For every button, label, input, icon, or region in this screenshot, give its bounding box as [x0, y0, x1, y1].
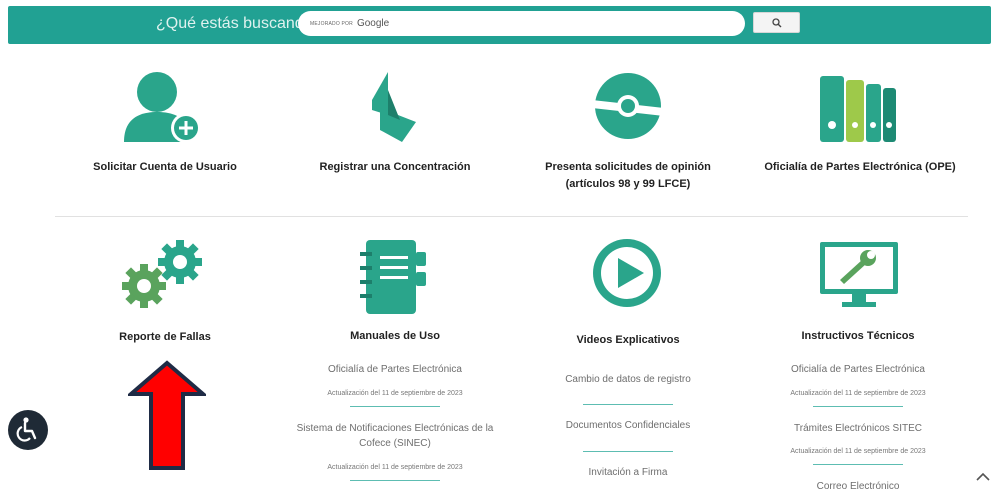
manuales-link-ope[interactable]: Oficialía de Partes Electrónica: [300, 364, 490, 375]
tile-subtitle-presenta-solicitudes: (artículos 98 y 99 LFCE): [565, 178, 691, 190]
tile-title-reporte-fallas[interactable]: Reporte de Fallas: [70, 331, 260, 343]
search-label: ¿Qué estás buscando?: [156, 15, 322, 32]
manuales-link-sinec[interactable]: Sistema de Notificaciones Electrónicas d…: [290, 423, 500, 434]
instructivos-link-sitec[interactable]: Trámites Electrónicos SITEC: [760, 423, 956, 434]
instructivos-divider-2: [813, 464, 903, 465]
manuales-divider-1: [350, 406, 440, 407]
user-add-icon: [124, 72, 201, 143]
manuales-date-sinec: Actualización del 11 de septiembre de 20…: [327, 464, 463, 471]
gears-icon: [122, 240, 202, 308]
header-search-bar: ¿Qué estás buscando? MEJORADO POR Google: [8, 6, 991, 44]
opinion-circle-icon: [592, 73, 664, 139]
monitor-wrench-icon: [820, 242, 898, 307]
manuales-link-sinec-line2[interactable]: Cofece (SINEC): [300, 438, 490, 449]
instructivos-date-ope: Actualización del 11 de septiembre de 20…: [790, 390, 926, 397]
videos-divider-1: [583, 404, 673, 405]
scroll-top-button[interactable]: [976, 469, 990, 486]
manuales-date-ope: Actualización del 11 de septiembre de 20…: [327, 390, 463, 397]
tile-title-instructivos[interactable]: Instructivos Técnicos: [760, 330, 956, 342]
binders-icon: [820, 76, 896, 142]
tile-title-presenta-solicitudes[interactable]: Presenta solicitudes de opinión: [520, 161, 736, 173]
videos-link-cambio-datos[interactable]: Cambio de datos de registro: [530, 374, 726, 385]
play-video-icon: [593, 239, 661, 307]
instructivos-date-sitec: Actualización del 11 de septiembre de 20…: [790, 448, 926, 455]
red-arrow-annotation: [128, 360, 206, 470]
tile-title-manuales[interactable]: Manuales de Uso: [300, 330, 490, 342]
tile-title-solicitar-cuenta[interactable]: Solicitar Cuenta de Usuario: [70, 161, 260, 173]
accessibility-button[interactable]: [8, 410, 48, 450]
instructivos-link-ope[interactable]: Oficialía de Partes Electrónica: [760, 364, 956, 375]
powered-by-label: MEJORADO POR: [310, 20, 353, 27]
chevron-up-icon: [976, 472, 990, 481]
tile-title-registrar-concentracion[interactable]: Registrar una Concentración: [300, 161, 490, 173]
accessibility-icon: [16, 417, 37, 442]
tile-title-oficialia-partes[interactable]: Oficialía de Partes Electrónica (OPE): [755, 161, 965, 173]
manuales-divider-2: [350, 480, 440, 481]
google-brand: Google: [356, 18, 390, 29]
instructivos-link-correo[interactable]: Correo Electrónico: [760, 481, 956, 492]
instructivos-divider-1: [813, 406, 903, 407]
notebook-icon: [360, 240, 426, 314]
concentration-logo-icon: [372, 72, 416, 142]
videos-link-documentos[interactable]: Documentos Confidenciales: [530, 420, 726, 431]
search-button[interactable]: [753, 12, 800, 33]
tile-title-videos[interactable]: Videos Explicativos: [530, 334, 726, 346]
videos-link-invitacion[interactable]: Invitación a Firma: [530, 467, 726, 478]
videos-divider-2: [583, 451, 673, 452]
search-input[interactable]: MEJORADO POR Google: [298, 11, 745, 36]
search-icon: [771, 17, 781, 27]
section-divider: [55, 216, 968, 217]
